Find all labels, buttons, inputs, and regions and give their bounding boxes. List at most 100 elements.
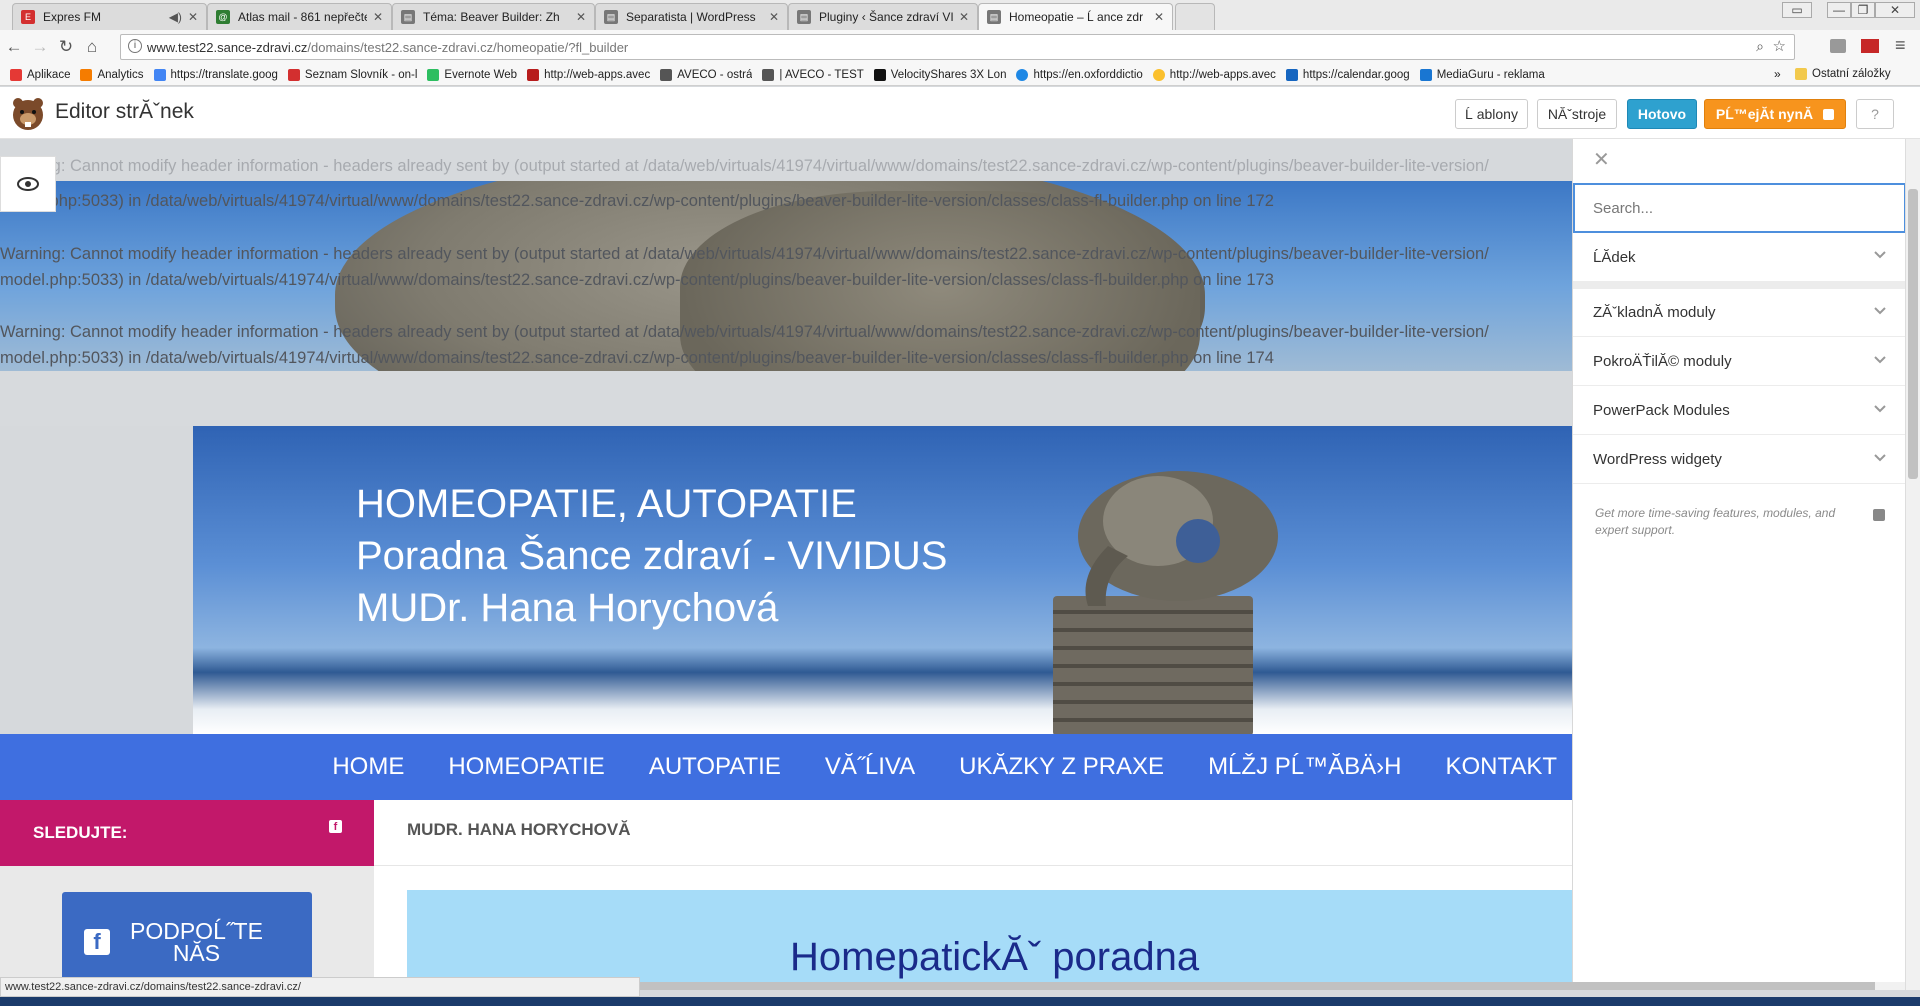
reload-icon[interactable]: ↻: [54, 37, 78, 57]
panel-section-advanced-modules[interactable]: PokroÄŤilĂ© moduly: [1573, 338, 1906, 386]
nav-item-ukazky[interactable]: UKĂZKY Z PRAXE: [959, 753, 1164, 781]
user-profile-icon[interactable]: ▭: [1782, 2, 1812, 18]
bookmark-item[interactable]: http://web-apps.avec: [527, 68, 651, 81]
tab-title: Pluginy ‹ Šance zdraví VI: [819, 10, 953, 24]
webapp-icon: [527, 68, 540, 81]
bookmark-item[interactable]: | AVECO - TEST: [762, 68, 864, 81]
banner-line: Poradna Šance zdraví - VIVIDUS: [356, 534, 948, 578]
close-tab-icon[interactable]: ✕: [188, 10, 198, 24]
browser-tab[interactable]: @ Atlas mail - 861 nepřečte ✕: [207, 3, 392, 30]
bookmark-item[interactable]: http://web-apps.avec: [1152, 68, 1276, 81]
bookmark-label: Aplikace: [27, 68, 71, 81]
tab-title: Homeopatie – Ĺ ance zdr: [1009, 10, 1144, 24]
url-input[interactable]: i www.test22.sance-zdravi.cz/domains/tes…: [120, 34, 1795, 60]
panel-section-wordpress-widgets[interactable]: WordPress widgety: [1573, 436, 1906, 484]
support-facebook-button[interactable]: f PODPOĹ˝TE NĂS: [62, 892, 312, 990]
nav-item-autopatie[interactable]: AUTOPATIE: [649, 753, 781, 781]
bookmark-item[interactable]: https://calendar.goog: [1285, 68, 1410, 81]
upgrade-button[interactable]: PĹ™ejĂt nynĂ: [1704, 99, 1846, 129]
bookmark-item[interactable]: https://translate.goog: [153, 68, 278, 81]
mail-favicon-icon: @: [216, 10, 230, 24]
nav-item-homeopatie[interactable]: HOMEOPATIE: [448, 753, 604, 781]
close-tab-icon[interactable]: ✕: [373, 10, 383, 24]
panel-section-basic-modules[interactable]: ZĂˇkladnĂ moduly: [1573, 289, 1906, 337]
vertical-scrollbar[interactable]: [1905, 139, 1920, 990]
nav-item-home[interactable]: HOME: [332, 753, 404, 781]
bookmark-item[interactable]: Seznam Slovník - on-l: [287, 68, 417, 81]
chevron-down-icon: [1874, 454, 1886, 462]
other-bookmarks-folder[interactable]: Ostatní záložky: [1795, 68, 1891, 80]
bookmark-label: https://translate.goog: [170, 68, 278, 81]
uk-flag-icon[interactable]: [1861, 39, 1879, 53]
external-link-icon[interactable]: [1873, 509, 1885, 521]
main-navigation: HOME HOMEOPATIE AUTOPATIE VĂ˝ĹIVA UKĂZKY…: [0, 734, 1572, 800]
nav-item-kontakt[interactable]: KONTAKT: [1445, 753, 1557, 781]
bookmark-label: http://web-apps.avec: [544, 68, 651, 81]
bookmark-item[interactable]: Evernote Web: [427, 68, 517, 81]
stone-pedestal-image: [1053, 596, 1253, 734]
templates-button[interactable]: Ĺ ablony: [1455, 99, 1528, 129]
page-favicon-icon: ▤: [987, 10, 1001, 24]
new-tab-button[interactable]: [1175, 3, 1215, 30]
scrollbar-thumb[interactable]: [1908, 189, 1918, 479]
restore-icon[interactable]: ❐: [1851, 2, 1875, 18]
follow-label: SLEDUJTE:: [33, 823, 128, 842]
upgrade-promo-text[interactable]: Get more time-saving features, modules, …: [1595, 505, 1850, 539]
left-column: f PODPOĹ˝TE NĂS: [0, 866, 374, 990]
main-column: MUDR. HANA HORYCHOVĂ HomepatickĂˇ poradn…: [374, 800, 1572, 990]
nav-item-muj-pribeh[interactable]: MĹŽJ PĹ™ĂBÄ›H: [1208, 753, 1401, 781]
scrollbar-thumb[interactable]: [635, 982, 1875, 990]
builder-toolbar: Editor strĂˇnek Ĺ ablony NĂˇstroje Hotov…: [0, 87, 1920, 139]
bookmark-item[interactable]: MediaGuru - reklama: [1419, 68, 1545, 81]
home-icon[interactable]: ⌂: [80, 37, 104, 57]
php-warning-text: Warning: Cannot modify header informatio…: [0, 245, 1489, 263]
main-heading: MUDR. HANA HORYCHOVĂ: [407, 820, 631, 839]
panel-section-label: ĹĂdek: [1593, 248, 1636, 266]
info-icon[interactable]: i: [128, 39, 142, 53]
close-window-icon[interactable]: ✕: [1875, 2, 1915, 18]
bookmark-item[interactable]: AVECO - ostrá: [660, 68, 752, 81]
banner-line: HOMEOPATIE, AUTOPATIE: [356, 482, 857, 526]
content-box-title: HomepatickĂˇ poradna: [790, 935, 1200, 979]
builder-title: Editor strĂˇnek: [55, 100, 194, 123]
browser-tab[interactable]: ▤ Pluginy ‹ Šance zdraví VI ✕: [788, 3, 978, 30]
tab-title: Separatista | WordPress: [626, 10, 756, 24]
extension-icon[interactable]: [1830, 39, 1846, 53]
panel-section-rows[interactable]: ĹĂdek: [1573, 233, 1906, 289]
done-button[interactable]: Hotovo: [1627, 99, 1697, 129]
forward-icon[interactable]: →: [28, 37, 52, 57]
browser-tab[interactable]: E Expres FM ◀) ✕: [12, 3, 207, 30]
browser-tab-active[interactable]: ▤ Homeopatie – Ĺ ance zdr ✕: [978, 3, 1173, 30]
os-taskbar: [0, 997, 1920, 1006]
module-search-input[interactable]: Search...: [1573, 183, 1906, 233]
oxford-icon: [1016, 68, 1029, 81]
banner-line: MUDr. Hana Horychová: [356, 586, 779, 630]
help-button[interactable]: ?: [1856, 99, 1894, 129]
zoom-icon[interactable]: ⌕: [1756, 38, 1764, 55]
browser-tab[interactable]: ▤ Téma: Beaver Builder: Zh ✕: [392, 3, 595, 30]
tools-button[interactable]: NĂˇstroje: [1537, 99, 1617, 129]
bookmark-item[interactable]: VelocityShares 3X Lon: [873, 68, 1007, 81]
bookmark-item[interactable]: Aplikace: [10, 68, 71, 81]
preview-toggle-button[interactable]: [0, 156, 56, 212]
panel-section-powerpack[interactable]: PowerPack Modules: [1573, 387, 1906, 435]
close-tab-icon[interactable]: ✕: [769, 10, 779, 24]
browser-tab[interactable]: ▤ Separatista | WordPress ✕: [595, 3, 788, 30]
bookmark-star-icon[interactable]: ☆: [1773, 37, 1786, 55]
minimize-icon[interactable]: —: [1827, 2, 1851, 18]
close-tab-icon[interactable]: ✕: [576, 10, 586, 24]
bookmark-label: https://en.oxforddictio: [1033, 68, 1143, 81]
close-tab-icon[interactable]: ✕: [1154, 10, 1164, 24]
divider: [374, 865, 1572, 866]
bookmark-label: VelocityShares 3X Lon: [890, 68, 1007, 81]
close-tab-icon[interactable]: ✕: [959, 10, 969, 24]
close-panel-icon[interactable]: ✕: [1593, 147, 1610, 172]
speaker-icon[interactable]: ◀): [169, 10, 182, 24]
bookmark-item[interactable]: Analytics: [80, 68, 144, 81]
bookmarks-more-button[interactable]: »: [1774, 67, 1781, 81]
facebook-icon[interactable]: f: [329, 820, 342, 833]
bookmark-item[interactable]: https://en.oxforddictio: [1016, 68, 1143, 81]
menu-icon[interactable]: ≡: [1895, 35, 1906, 56]
nav-item-vyziva[interactable]: VĂ˝ĹIVA: [825, 753, 915, 781]
back-icon[interactable]: ←: [2, 37, 26, 57]
